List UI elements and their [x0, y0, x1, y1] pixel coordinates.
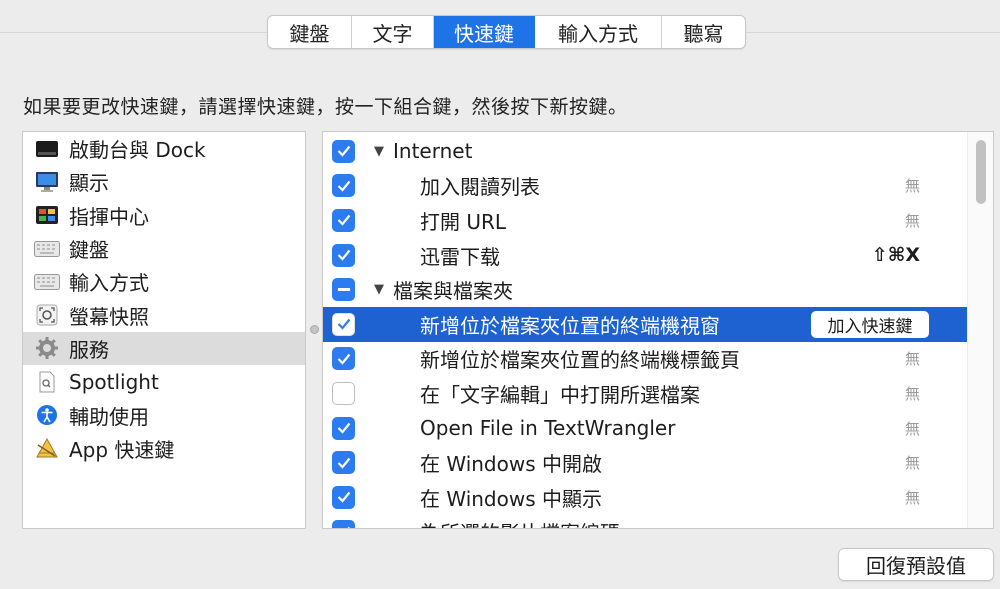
- shortcut-label: 新增位於檔案夾位置的終端機標籤頁: [420, 348, 740, 373]
- shortcut-row[interactable]: 加入閱讀列表 無: [323, 169, 968, 204]
- restore-defaults-button[interactable]: 回復預設值: [838, 548, 994, 581]
- category-list: 啟動台與 Dock 顯示 指揮中心 鍵盤 輸入方式 螢幕快照 服務 Spotli…: [22, 131, 306, 529]
- category-label: 指揮中心: [69, 204, 149, 229]
- category-label: 服務: [69, 337, 109, 362]
- scrollbar-thumb[interactable]: [976, 140, 986, 204]
- shortcut-group-row[interactable]: ▼ Internet: [323, 134, 968, 169]
- shortcut-key[interactable]: 無: [905, 452, 920, 473]
- mission-control-icon: [34, 204, 60, 226]
- category-label: 鍵盤: [69, 238, 109, 263]
- shortcut-key[interactable]: 無: [905, 487, 920, 508]
- shortcut-label: 在「文字編輯」中打開所選檔案: [420, 382, 700, 407]
- keyboard-icon: [34, 238, 60, 260]
- category-label: Spotlight: [69, 369, 159, 394]
- category-input-sources[interactable]: 輸入方式: [23, 265, 305, 298]
- shortcut-row[interactable]: 在 Windows 中開啟 無: [323, 445, 968, 480]
- shortcut-key[interactable]: 無: [905, 348, 920, 369]
- shortcut-label: 為所選的影片檔案編碼: [420, 517, 620, 528]
- shortcut-key[interactable]: 無: [905, 418, 920, 439]
- instruction-text: 如果要更改快速鍵，請選擇快速鍵，按一下組合鍵，然後按下新按鍵。: [23, 96, 628, 118]
- app-shortcuts-icon: [34, 437, 60, 459]
- tab-shortcuts[interactable]: 快速鍵: [434, 16, 535, 48]
- shortcut-row-selected[interactable]: 新增位於檔案夾位置的終端機視窗 加入快速鍵: [323, 307, 968, 342]
- shortcut-key[interactable]: ⇧⌘X: [872, 244, 920, 266]
- shortcut-row[interactable]: 為所選的影片檔案編碼: [323, 515, 968, 528]
- checkbox-mixed[interactable]: [332, 278, 355, 302]
- category-label: 顯示: [69, 171, 109, 196]
- shortcut-label: 迅雷下载: [420, 244, 500, 269]
- shortcut-row[interactable]: 迅雷下载 ⇧⌘X: [323, 238, 968, 273]
- category-app-shortcuts[interactable]: App 快速鍵: [23, 432, 305, 465]
- shortcut-label: 在 Windows 中顯示: [420, 486, 602, 511]
- shortcut-row[interactable]: 在 Windows 中顯示 無: [323, 480, 968, 515]
- screenshot-icon: [34, 304, 60, 326]
- shortcut-label: 新增位於檔案夾位置的終端機視窗: [420, 313, 720, 338]
- checkbox-unchecked[interactable]: [332, 381, 355, 405]
- disclosure-triangle-icon[interactable]: ▼: [374, 282, 384, 297]
- category-services[interactable]: 服務: [23, 331, 305, 366]
- category-label: App 快速鍵: [69, 437, 175, 462]
- group-label: Internet: [393, 139, 473, 164]
- category-mission-control[interactable]: 指揮中心: [23, 199, 305, 232]
- checkbox-checked[interactable]: [332, 208, 355, 232]
- accessibility-icon: [34, 404, 60, 426]
- checkbox-checked[interactable]: [332, 312, 355, 336]
- checkbox-checked[interactable]: [332, 243, 355, 267]
- checkbox-checked[interactable]: [332, 174, 355, 198]
- category-keyboard[interactable]: 鍵盤: [23, 232, 305, 265]
- group-label: 檔案與檔案夾: [393, 279, 513, 304]
- tab-dictation[interactable]: 聽寫: [662, 16, 745, 48]
- shortcut-label: Open File in TextWrangler: [420, 416, 676, 441]
- category-display[interactable]: 顯示: [23, 165, 305, 198]
- shortcut-row[interactable]: 在「文字編輯」中打開所選檔案 無: [323, 376, 968, 411]
- checkbox-checked[interactable]: [332, 347, 355, 371]
- shortcut-key[interactable]: 無: [905, 210, 920, 231]
- tab-input-sources[interactable]: 輸入方式: [535, 16, 662, 48]
- checkbox-checked[interactable]: [332, 451, 355, 475]
- shortcut-key[interactable]: 無: [905, 175, 920, 196]
- tab-bar: 鍵盤 文字 快速鍵 輸入方式 聽寫: [267, 15, 746, 49]
- category-launchpad-dock[interactable]: 啟動台與 Dock: [23, 132, 305, 165]
- tab-text[interactable]: 文字: [352, 16, 434, 48]
- checkbox-checked[interactable]: [332, 485, 355, 509]
- services-gear-icon: [34, 337, 60, 360]
- spotlight-icon: [34, 371, 60, 393]
- category-accessibility[interactable]: 輔助使用: [23, 398, 305, 431]
- vertical-scrollbar[interactable]: [967, 132, 993, 528]
- checkbox-checked[interactable]: [332, 520, 355, 528]
- shortcut-row[interactable]: 打開 URL 無: [323, 203, 968, 238]
- checkbox-checked[interactable]: [332, 416, 355, 440]
- tab-keyboard[interactable]: 鍵盤: [268, 16, 352, 48]
- add-shortcut-button[interactable]: 加入快速鍵: [811, 310, 929, 338]
- category-screenshot[interactable]: 螢幕快照: [23, 298, 305, 331]
- shortcut-row[interactable]: 新增位於檔案夾位置的終端機標籤頁 無: [323, 342, 968, 377]
- launchpad-dock-icon: [34, 138, 60, 160]
- category-label: 螢幕快照: [69, 304, 149, 329]
- category-label: 輸入方式: [69, 271, 149, 296]
- input-sources-icon: [34, 271, 60, 293]
- shortcut-label: 加入閱讀列表: [420, 175, 540, 200]
- shortcut-label: 打開 URL: [420, 209, 507, 234]
- category-label: 啟動台與 Dock: [69, 138, 206, 163]
- shortcut-group-row[interactable]: ▼ 檔案與檔案夾: [323, 272, 968, 307]
- display-icon: [34, 171, 60, 193]
- split-view-handle[interactable]: [310, 325, 319, 334]
- disclosure-triangle-icon[interactable]: ▼: [374, 144, 384, 159]
- shortcut-list: ▼ Internet 加入閱讀列表 無 打開 URL 無 迅雷下载 ⇧⌘X ▼ …: [322, 131, 994, 529]
- checkbox-checked[interactable]: [332, 139, 355, 163]
- category-spotlight[interactable]: Spotlight: [23, 365, 305, 398]
- category-label: 輔助使用: [69, 404, 149, 429]
- shortcut-label: 在 Windows 中開啟: [420, 452, 602, 477]
- shortcut-row[interactable]: Open File in TextWrangler 無: [323, 411, 968, 446]
- shortcut-key[interactable]: 無: [905, 383, 920, 404]
